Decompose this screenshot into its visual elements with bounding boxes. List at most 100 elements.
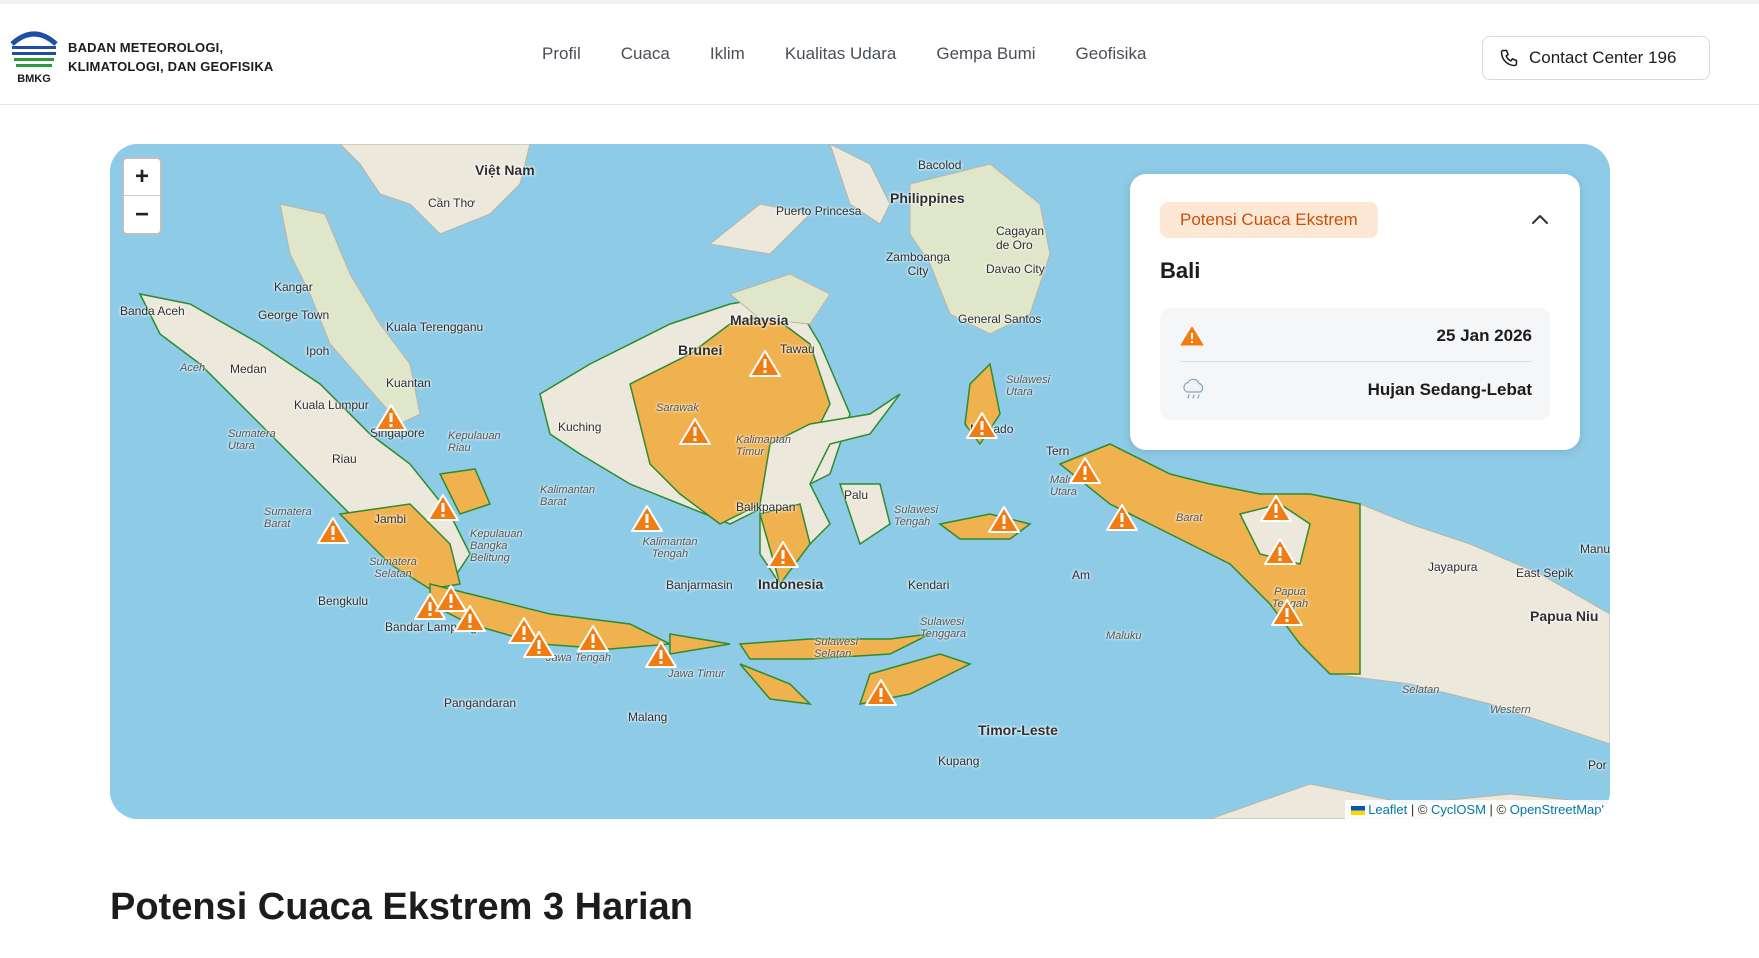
site-header: BMKG BADAN METEOROLOGI, KLIMATOLOGI, DAN… [0,4,1759,105]
map-label: Banjarmasin [666,578,733,592]
organization-name: BADAN METEOROLOGI, KLIMATOLOGI, DAN GEOF… [68,40,274,74]
warning-marker-icon[interactable] [766,540,800,570]
map-label: Por [1588,758,1607,772]
map-label: Brunei [678,342,723,358]
warning-marker-icon[interactable] [576,624,610,654]
openstreetmap-link[interactable]: OpenStreetMap' [1510,802,1604,817]
map-label: Maluku [1106,630,1142,642]
map-label: Puerto Princesa [776,204,862,218]
warning-marker-icon[interactable] [522,630,556,660]
map-label: Riau [332,452,357,466]
zoom-out-button[interactable]: − [124,196,160,233]
map-label: Philippines [890,190,965,206]
main-nav: Profil Cuaca Iklim Kualitas Udara Gempa … [542,44,1186,64]
warning-marker-icon[interactable] [965,411,999,441]
nav-gempa-bumi[interactable]: Gempa Bumi [936,44,1035,64]
map-label: Banda Aceh [120,304,185,318]
forecast-weather-row: Hujan Sedang-Lebat [1180,364,1532,416]
map-label: Medan [230,362,267,376]
warning-marker-icon[interactable] [864,678,898,708]
map-label: Jayapura [1428,560,1478,574]
warning-marker-icon[interactable] [453,604,487,634]
cyclosm-link[interactable]: CyclOSM [1431,802,1486,817]
map-label: Balikpapan [736,500,796,514]
warning-marker-icon[interactable] [1068,456,1102,486]
map-label: Papua Niu [1530,608,1599,624]
map-label: Palu [844,488,869,502]
map-label: Bacolod [918,158,962,172]
nav-geofisika[interactable]: Geofisika [1076,44,1147,64]
warning-marker-icon[interactable] [987,505,1021,535]
map-label: Barat [1176,512,1203,524]
map-label: Malaysia [730,312,789,328]
ukraine-flag-icon [1350,806,1365,816]
map-label: Sulawesi Tenggara [920,616,967,640]
map-label: Indonesia [758,576,824,592]
map-attribution: Leaflet | © CyclOSM | © OpenStreetMap' [1344,800,1610,819]
map-label: Cần Thơ [428,196,476,210]
map-label: Kuala Lumpur [294,398,369,412]
map-label: Bengkulu [318,594,369,608]
warning-marker-icon[interactable] [748,349,782,379]
warning-marker-icon[interactable] [678,417,712,447]
map-label: Cagayan de Oro [996,224,1045,252]
map-label: Kepulauan Bangka Belitung [470,528,523,564]
contact-center-label: Contact Center 196 [1529,48,1677,67]
map-label: Kalimantan Timur [736,434,792,458]
warning-marker-icon[interactable] [1105,503,1139,533]
nav-kualitas-udara[interactable]: Kualitas Udara [785,44,897,64]
warning-marker-icon[interactable] [1263,537,1297,567]
weather-popup: Potensi Cuaca Ekstrem Bali 25 Jan 2026 H… [1130,174,1580,450]
map-label: Sulawesi Utara [1006,374,1051,398]
map-label: Kendari [908,578,950,592]
warning-marker-icon[interactable] [316,516,350,546]
rain-cloud-icon [1183,378,1204,399]
warning-marker-icon[interactable] [630,504,664,534]
map-label: Kuantan [386,376,431,390]
warning-marker-icon[interactable] [1259,494,1293,524]
map-label: Selatan [1402,684,1440,696]
warning-marker-icon[interactable] [1270,598,1304,628]
map-label: General Santos [958,312,1042,326]
forecast-weather: Hujan Sedang-Lebat [1367,380,1532,399]
map-label: Kepulauan Riau [448,430,501,454]
forecast-date-row: 25 Jan 2026 [1180,310,1532,362]
map-label: George Town [258,308,330,322]
map-label: Pangandaran [444,696,517,710]
leaflet-link[interactable]: Leaflet [1368,802,1407,817]
chevron-up-icon[interactable] [1528,208,1552,232]
nav-iklim[interactable]: Iklim [710,44,745,64]
bmkg-logo[interactable]: BMKG [10,24,58,86]
map-label: Jambi [374,512,407,526]
map-label: Manu [1580,542,1610,556]
map-label: Sumatera Utara [228,428,276,452]
warning-marker-icon[interactable] [374,403,408,433]
zoom-in-button[interactable]: + [124,159,160,196]
map-label: Kupang [938,754,980,768]
warning-marker-icon[interactable] [644,640,678,670]
map-label: Davao City [986,262,1045,276]
extreme-weather-badge: Potensi Cuaca Ekstrem [1160,202,1378,238]
forecast-date: 25 Jan 2026 [1436,325,1532,345]
zoom-control: + − [122,157,162,235]
phone-icon [1500,49,1518,67]
map-label: East Sepik [1516,566,1574,580]
map-label: Sarawak [656,402,699,414]
map-label: Ipoh [306,344,330,358]
nav-profil[interactable]: Profil [542,44,581,64]
section-title: Potensi Cuaca Ekstrem 3 Harian [110,886,693,928]
map-label: Sulawesi Tengah [894,504,939,528]
map-label: Sulawesi Selatan [814,636,859,660]
map-label: Kalimantan Barat [540,484,596,508]
map-label: Việt Nam [475,162,535,178]
map-label: Am [1072,568,1090,582]
map-label: Timor-Leste [978,722,1058,738]
warning-marker-icon[interactable] [426,493,460,523]
contact-center-button[interactable]: Contact Center 196 [1482,36,1710,80]
nav-cuaca[interactable]: Cuaca [621,44,670,64]
region-name: Bali [1160,258,1201,283]
map-label: Kuala Terengganu [386,320,484,334]
forecast-box: 25 Jan 2026 Hujan Sedang-Lebat [1160,308,1550,420]
map-label: Aceh [180,362,206,374]
map-label: Kangar [274,280,313,294]
